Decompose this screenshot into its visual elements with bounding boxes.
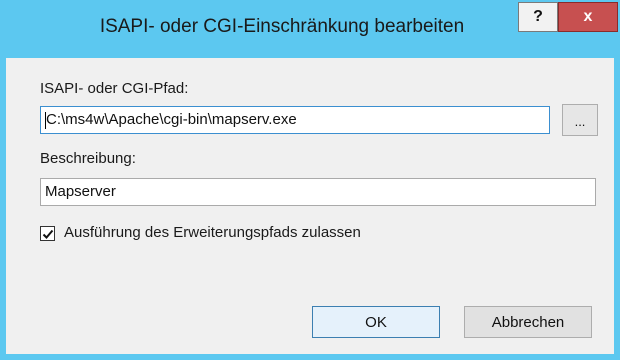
path-label: ISAPI- oder CGI-Pfad: bbox=[40, 80, 189, 97]
path-input[interactable]: C:\ms4w\Apache\cgi-bin\mapserv.exe bbox=[40, 106, 550, 134]
dialog-body: ISAPI- oder CGI-Pfad: C:\ms4w\Apache\cgi… bbox=[6, 58, 614, 354]
description-label: Beschreibung: bbox=[40, 150, 136, 167]
allow-extension-path-label[interactable]: Ausführung des Erweiterungspfads zulasse… bbox=[64, 224, 361, 241]
allow-extension-path-checkbox[interactable] bbox=[40, 226, 55, 241]
close-button[interactable]: x bbox=[558, 2, 618, 32]
dialog-window: ISAPI- oder CGI-Einschränkung bearbeiten… bbox=[0, 0, 620, 360]
description-input[interactable]: Mapserver bbox=[40, 178, 596, 206]
browse-button[interactable]: ... bbox=[562, 104, 598, 136]
cancel-button[interactable]: Abbrechen bbox=[464, 306, 592, 338]
ok-button[interactable]: OK bbox=[312, 306, 440, 338]
description-input-value: Mapserver bbox=[45, 183, 116, 200]
checkmark-icon bbox=[42, 229, 53, 239]
help-button[interactable]: ? bbox=[518, 2, 558, 32]
path-input-value: C:\ms4w\Apache\cgi-bin\mapserv.exe bbox=[46, 111, 297, 128]
title-bar[interactable]: ISAPI- oder CGI-Einschränkung bearbeiten… bbox=[0, 0, 620, 58]
dialog-title: ISAPI- oder CGI-Einschränkung bearbeiten bbox=[99, 16, 465, 37]
